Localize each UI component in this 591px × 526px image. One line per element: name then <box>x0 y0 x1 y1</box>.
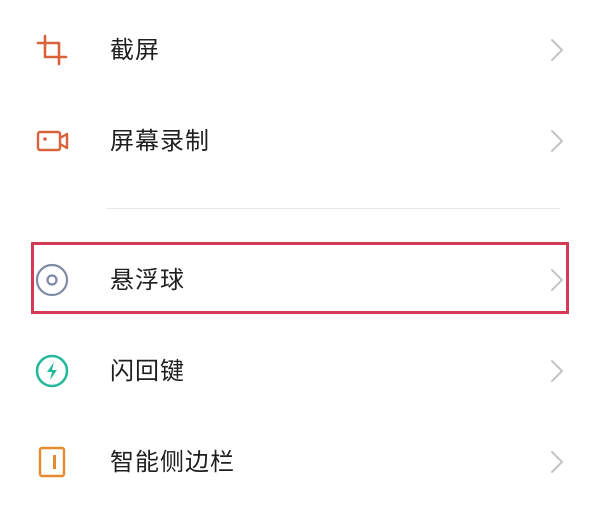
chevron-right-icon <box>549 448 565 476</box>
chevron-right-icon <box>549 357 565 385</box>
chevron-right-icon <box>549 266 565 294</box>
menu-item-screen-recording[interactable]: 屏幕录制 <box>0 109 591 173</box>
crop-icon <box>34 32 70 68</box>
section-divider <box>106 208 560 209</box>
menu-item-flashback-key[interactable]: 闪回键 <box>0 339 591 403</box>
menu-item-label: 闪回键 <box>110 357 185 385</box>
menu-item-screenshot[interactable]: 截屏 <box>0 18 591 82</box>
menu-item-label: 屏幕录制 <box>110 127 210 155</box>
flashback-key-icon <box>34 353 70 389</box>
floating-ball-icon <box>34 262 70 298</box>
menu-item-label: 智能侧边栏 <box>110 448 235 476</box>
screen-record-icon <box>34 123 70 159</box>
menu-item-label: 悬浮球 <box>110 266 185 294</box>
chevron-right-icon <box>549 36 565 64</box>
smart-sidebar-icon <box>34 444 70 480</box>
menu-item-floating-ball[interactable]: 悬浮球 <box>0 248 591 312</box>
chevron-right-icon <box>549 127 565 155</box>
menu-item-label: 截屏 <box>110 36 160 64</box>
menu-item-smart-sidebar[interactable]: 智能侧边栏 <box>0 430 591 494</box>
